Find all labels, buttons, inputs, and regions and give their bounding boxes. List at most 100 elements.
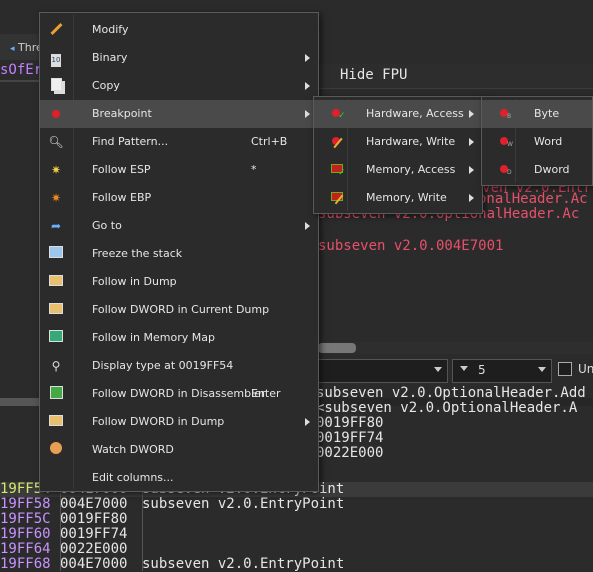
call-convention-combo[interactable]: [318, 359, 448, 383]
call-stack-line: 0022E000: [316, 445, 384, 461]
breakpoint-size-submenu: B Byte W Word D Dword: [481, 96, 593, 186]
menu-item-binary[interactable]: 10 Binary: [40, 44, 318, 72]
menu-item-label: Breakpoint: [92, 107, 152, 120]
menu-item-label: Follow DWORD in Current Dump: [92, 303, 270, 316]
stack-address: 19FF68: [0, 556, 51, 572]
dump-icon: [48, 274, 64, 290]
dump-icon: [48, 302, 64, 318]
chevron-right-icon: [305, 418, 310, 426]
stack-comment: subseven v2.0.EntryPoint: [142, 556, 345, 572]
menu-item-follow-dword-dump[interactable]: Follow DWORD in Dump: [40, 408, 318, 436]
menu-item-label: Word: [534, 135, 563, 148]
stack-context-menu: Modify 10 Binary Copy Breakpoint 🔍︎ Find…: [39, 12, 319, 492]
menu-item-label: Freeze the stack: [92, 247, 183, 260]
hide-fpu-bar[interactable]: Hide FPU: [318, 64, 593, 89]
stack-value: 004E7000: [60, 496, 128, 512]
menu-item-copy[interactable]: Copy: [40, 72, 318, 100]
stack-address: 19FF60: [0, 526, 51, 542]
stack-comment: subseven v2.0.EntryPoint: [142, 496, 345, 512]
menu-item-label: Modify: [92, 23, 129, 36]
hardware-write-icon: [322, 134, 343, 150]
menu-item-freeze-stack[interactable]: Freeze the stack: [40, 240, 318, 268]
table-row[interactable]: 19FF58 004E7000 subseven v2.0.EntryPoint: [0, 497, 593, 512]
menu-item-label: Copy: [92, 79, 120, 92]
scrollbar-thumb[interactable]: [318, 343, 356, 353]
stack-address: 19FF64: [0, 541, 51, 557]
call-stack-line: 0019FF74: [316, 430, 384, 446]
hardware-access-icon: ✓: [322, 106, 346, 122]
menu-item-shortcut: Enter: [251, 387, 281, 400]
memory-write-icon: [322, 190, 344, 206]
menu-item-label: Follow EBP: [92, 191, 152, 204]
stack-address: 19FF5C: [0, 511, 51, 527]
menu-item-memory-write[interactable]: Memory, Write: [314, 184, 482, 212]
hide-fpu-label: Hide FPU: [340, 67, 408, 83]
menu-item-byte[interactable]: B Byte: [482, 100, 592, 128]
stack-value: 004E7000: [60, 556, 128, 572]
table-row[interactable]: 19FF60 0019FF74: [0, 527, 593, 542]
menu-item-follow-in-dump[interactable]: Follow in Dump: [40, 268, 318, 296]
chevron-down-icon[interactable]: [538, 367, 546, 372]
column-divider: [142, 482, 143, 571]
menu-item-label: Byte: [534, 107, 560, 120]
call-stack-line: subseven v2.0.OptionalHeader.Add: [316, 385, 586, 401]
scrollbar-thumb[interactable]: [0, 398, 40, 406]
divider: [0, 80, 40, 82]
menu-item-modify[interactable]: Modify: [40, 16, 318, 44]
table-row[interactable]: 19FF64 0022E000: [0, 542, 593, 557]
checkbox-label: Un: [578, 362, 593, 376]
breakpoint-dword-icon: D: [490, 162, 512, 178]
horizontal-scrollbar[interactable]: [318, 342, 593, 354]
memmap-icon: [48, 330, 64, 346]
chevron-right-icon: [469, 138, 474, 146]
menu-item-label: Edit columns...: [92, 471, 174, 484]
menu-item-hardware-access[interactable]: ✓ Hardware, Access: [314, 100, 482, 128]
star-orange-icon: ✷: [50, 191, 62, 205]
menu-item-label: Find Pattern...: [92, 135, 169, 148]
menu-item-label: Hardware, Write: [366, 135, 456, 148]
menu-item-edit-columns[interactable]: Edit columns...: [40, 464, 318, 492]
menu-item-label: Follow in Memory Map: [92, 331, 215, 344]
goto-icon: ➦: [50, 219, 62, 233]
chevron-down-icon[interactable]: [460, 366, 468, 371]
menu-item-find-pattern[interactable]: 🔍︎ Find Pattern... Ctrl+B: [40, 128, 318, 156]
find-icon: 🔍︎: [48, 135, 64, 149]
register-comment: subseven v2.0.004E7001: [318, 238, 504, 254]
menu-item-memory-access[interactable]: ✓ Memory, Access: [314, 156, 482, 184]
menu-item-go-to[interactable]: ➦ Go to: [40, 212, 318, 240]
arg-count-spinner[interactable]: [452, 359, 552, 383]
menu-item-word[interactable]: W Word: [482, 128, 592, 156]
table-row[interactable]: 19FF5C 0019FF80: [0, 512, 593, 527]
copy-icon: [48, 78, 64, 94]
breakpoint-word-icon: W: [490, 134, 513, 150]
menu-item-watch-dword[interactable]: Watch DWORD: [40, 436, 318, 464]
menu-item-hardware-write[interactable]: Hardware, Write: [314, 128, 482, 156]
pencil-icon: [48, 22, 64, 38]
chevron-right-icon: [305, 54, 310, 62]
menu-item-label: Memory, Access: [366, 163, 456, 176]
menu-item-follow-dword-disassembler[interactable]: Follow DWORD in Disassembler Enter: [40, 380, 318, 408]
menu-item-label: Display type at 0019FF54: [92, 359, 234, 372]
memory-access-icon: ✓: [322, 162, 346, 178]
menu-item-follow-esp[interactable]: ✷ Follow ESP *: [40, 156, 318, 184]
unlock-checkbox[interactable]: [558, 362, 572, 376]
menu-item-label: Follow ESP: [92, 163, 151, 176]
menu-item-label: Watch DWORD: [92, 443, 174, 456]
register-comment: onalHeader.Ac: [478, 191, 588, 207]
menu-item-dword[interactable]: D Dword: [482, 156, 592, 184]
table-row[interactable]: 19FF68 004E7000 subseven v2.0.EntryPoint: [0, 557, 593, 572]
binary-icon: 10: [48, 50, 64, 67]
menu-item-follow-memory-map[interactable]: Follow in Memory Map: [40, 324, 318, 352]
stack-value: 0019FF80: [60, 511, 128, 527]
chevron-down-icon[interactable]: [434, 367, 442, 372]
menu-item-display-type[interactable]: ⚲ Display type at 0019FF54: [40, 352, 318, 380]
display-type-icon: ⚲: [51, 359, 61, 373]
menu-item-follow-ebp[interactable]: ✷ Follow EBP: [40, 184, 318, 212]
menu-item-breakpoint[interactable]: Breakpoint: [40, 100, 318, 128]
freeze-icon: [48, 246, 64, 262]
star-icon: ✷: [50, 163, 62, 177]
dump-icon: [48, 414, 64, 430]
menu-item-follow-dword-current-dump[interactable]: Follow DWORD in Current Dump: [40, 296, 318, 324]
chevron-right-icon: [469, 110, 474, 118]
menu-item-shortcut: Ctrl+B: [251, 135, 288, 148]
